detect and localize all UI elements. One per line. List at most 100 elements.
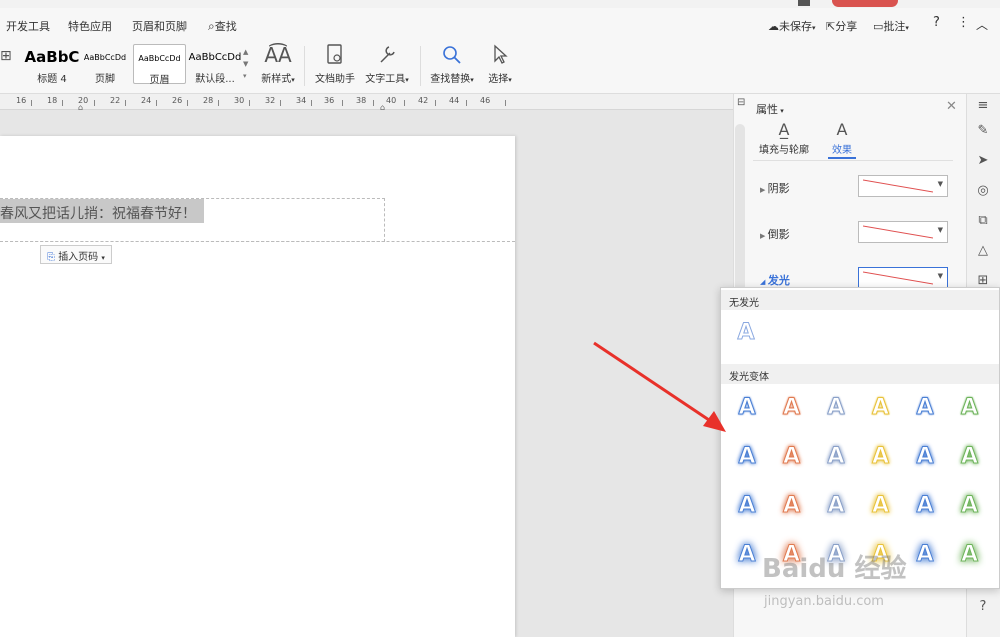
style-scroll-icon[interactable]: ▲ ▼ ▾ — [243, 46, 248, 82]
shadow-expander[interactable]: ▶ 阴影 — [760, 180, 790, 196]
tab-fill-outline[interactable]: A̲ 填充与轮廓 — [758, 120, 810, 156]
style-icon[interactable]: △ — [974, 242, 992, 260]
header-separator — [0, 241, 515, 242]
chevron-down-icon: ▼ — [937, 180, 943, 188]
reflection-select[interactable]: ▼ — [858, 221, 948, 243]
cursor-icon — [484, 44, 516, 66]
magnifier-icon — [428, 44, 476, 66]
page[interactable]: 春风又把话儿捎：祝福春节好！ ⎘ 插入页码 ▾ — [0, 136, 515, 637]
table-icon[interactable]: ⊞ — [0, 48, 12, 64]
glow-variant-option[interactable]: A — [908, 440, 942, 474]
menu-developer-tools[interactable]: 开发工具 — [6, 18, 50, 34]
style-heading4[interactable]: AaBbC 标题 4 — [24, 44, 80, 85]
glow-variant-option[interactable]: A — [730, 440, 764, 474]
tab-effects[interactable]: A 效果 — [826, 120, 858, 156]
menu-find[interactable]: ⌕查找 — [208, 18, 237, 34]
glow-variant-option[interactable]: A — [908, 391, 942, 425]
shadow-select[interactable]: ▼ — [858, 175, 948, 197]
glow-variant-option[interactable]: A — [819, 489, 853, 523]
header-text[interactable]: 春风又把话儿捎：祝福春节好！ — [0, 199, 204, 223]
reflection-label: 倒影 — [767, 228, 790, 241]
style-sample: AaBbCcDd — [138, 54, 181, 63]
doc-assistant-button[interactable]: 文档助手 — [313, 44, 357, 85]
unsaved-label: 未保存 — [779, 20, 812, 33]
pen-icon[interactable]: ✎ — [974, 122, 992, 140]
chevron-down-icon: ▾ — [905, 24, 909, 32]
chevron-down-icon: ◢ — [760, 278, 768, 286]
insert-page-number-label: 插入页码 — [58, 252, 99, 263]
menu-special-apps[interactable]: 特色应用 — [68, 18, 112, 34]
glow-expander[interactable]: ◢ 发光 — [760, 272, 790, 288]
glow-variant-option[interactable]: A — [864, 440, 898, 474]
menu-header-footer[interactable]: 页眉和页脚 — [132, 18, 187, 34]
divider — [420, 46, 421, 86]
glow-variants-header: 发光变体 — [721, 364, 999, 384]
new-style-button[interactable]: A͡A 新样式▾ — [258, 44, 298, 85]
ruler-tick: 36 — [324, 96, 335, 105]
cloud-icon: ☁ — [768, 20, 779, 33]
ruler-tick: 32 — [265, 96, 276, 105]
ruler-tick: 38 — [356, 96, 367, 105]
ruler-tick: 42 — [418, 96, 429, 105]
glow-select[interactable]: ▼ — [858, 267, 948, 289]
glow-variant-option[interactable]: A — [953, 489, 987, 523]
cloud-save-status[interactable]: ☁未保存▾ — [768, 18, 816, 34]
ruler-tick-mark — [342, 100, 343, 106]
ruler-tick-mark — [466, 100, 467, 106]
horizontal-ruler[interactable]: 16 18 20 22 24 26 28 30 32 34 36 38 40 4… — [0, 94, 735, 112]
more-icon[interactable]: ⋮ — [957, 15, 970, 30]
help-icon[interactable]: ? — [974, 598, 992, 616]
ruler-tick-mark — [280, 100, 281, 106]
glow-variant-option[interactable]: A — [819, 391, 853, 425]
ruler-tick-mark — [435, 100, 436, 106]
glow-variant-option[interactable]: A — [864, 489, 898, 523]
style-footer[interactable]: AaBbCcDd 页脚 — [78, 44, 132, 85]
reflection-expander[interactable]: ▶ 倒影 — [760, 226, 790, 242]
glow-variant-option[interactable]: A — [864, 391, 898, 425]
none-preview-icon — [863, 271, 933, 285]
find-replace-button[interactable]: 查找替换▾ — [428, 44, 476, 85]
doc-assistant-icon — [313, 44, 357, 66]
glow-variant-option[interactable]: A — [775, 489, 809, 523]
glow-variant-option[interactable]: A — [775, 391, 809, 425]
close-icon[interactable]: ✕ — [946, 99, 957, 114]
style-sample: AaBbCcDd — [83, 53, 127, 62]
select-button[interactable]: 选择▾ — [484, 44, 516, 85]
chevron-right-icon: ▶ — [760, 186, 768, 194]
panel-pin-icon[interactable]: ⊟ — [737, 97, 745, 108]
glow-variant-option[interactable]: A — [730, 538, 764, 572]
glow-variant-option[interactable]: A — [953, 538, 987, 572]
glow-variant-option[interactable]: A — [953, 440, 987, 474]
glow-variant-option[interactable]: A — [953, 391, 987, 425]
cursor-icon[interactable]: ➤ — [974, 152, 992, 170]
glow-variant-option[interactable]: A — [908, 489, 942, 523]
text-tools-button[interactable]: 文字工具▾ — [362, 44, 412, 85]
login-button[interactable] — [832, 0, 898, 7]
glow-variant-option[interactable]: A — [908, 538, 942, 572]
insert-page-number-button[interactable]: ⎘ 插入页码 ▾ — [40, 245, 112, 264]
chevron-down-icon: ▾ — [101, 254, 105, 262]
comment-button[interactable]: ▭批注▾ — [873, 18, 909, 34]
collapse-ribbon-icon[interactable]: ︿ — [976, 16, 988, 33]
help-icon[interactable]: ? — [933, 15, 940, 30]
style-default-paragraph[interactable]: AaBbCcDd 默认段... — [187, 44, 243, 85]
location-icon[interactable]: ◎ — [974, 182, 992, 200]
glow-variant-option[interactable]: A — [730, 489, 764, 523]
glow-dropdown: 无发光 A 发光变体 AAAAAAAAAAAAAAAAAAAAAAAA — [720, 287, 1000, 589]
chevron-down-icon: ▼ — [937, 226, 943, 234]
doc-assistant-label: 文档助手 — [315, 74, 355, 85]
ruler-tick-mark — [31, 100, 32, 106]
chevron-down-icon: ▾ — [812, 24, 816, 32]
shapes-icon[interactable]: ⧉ — [974, 212, 992, 230]
glow-variant-option[interactable]: A — [775, 440, 809, 474]
style-header[interactable]: AaBbCcDd 页眉 — [133, 44, 186, 86]
share-button[interactable]: ⇱分享 — [826, 18, 857, 34]
style-label: 页脚 — [95, 74, 115, 85]
glow-variant-option[interactable]: A — [819, 440, 853, 474]
ruler-tick: 28 — [203, 96, 214, 105]
panel-title[interactable]: 属性 ▾ — [756, 101, 784, 117]
comment-icon: ▭ — [873, 20, 884, 33]
shadow-label: 阴影 — [767, 182, 790, 195]
chevron-down-icon: ▼ — [937, 272, 943, 280]
menu-icon[interactable]: ≡ — [974, 97, 992, 115]
